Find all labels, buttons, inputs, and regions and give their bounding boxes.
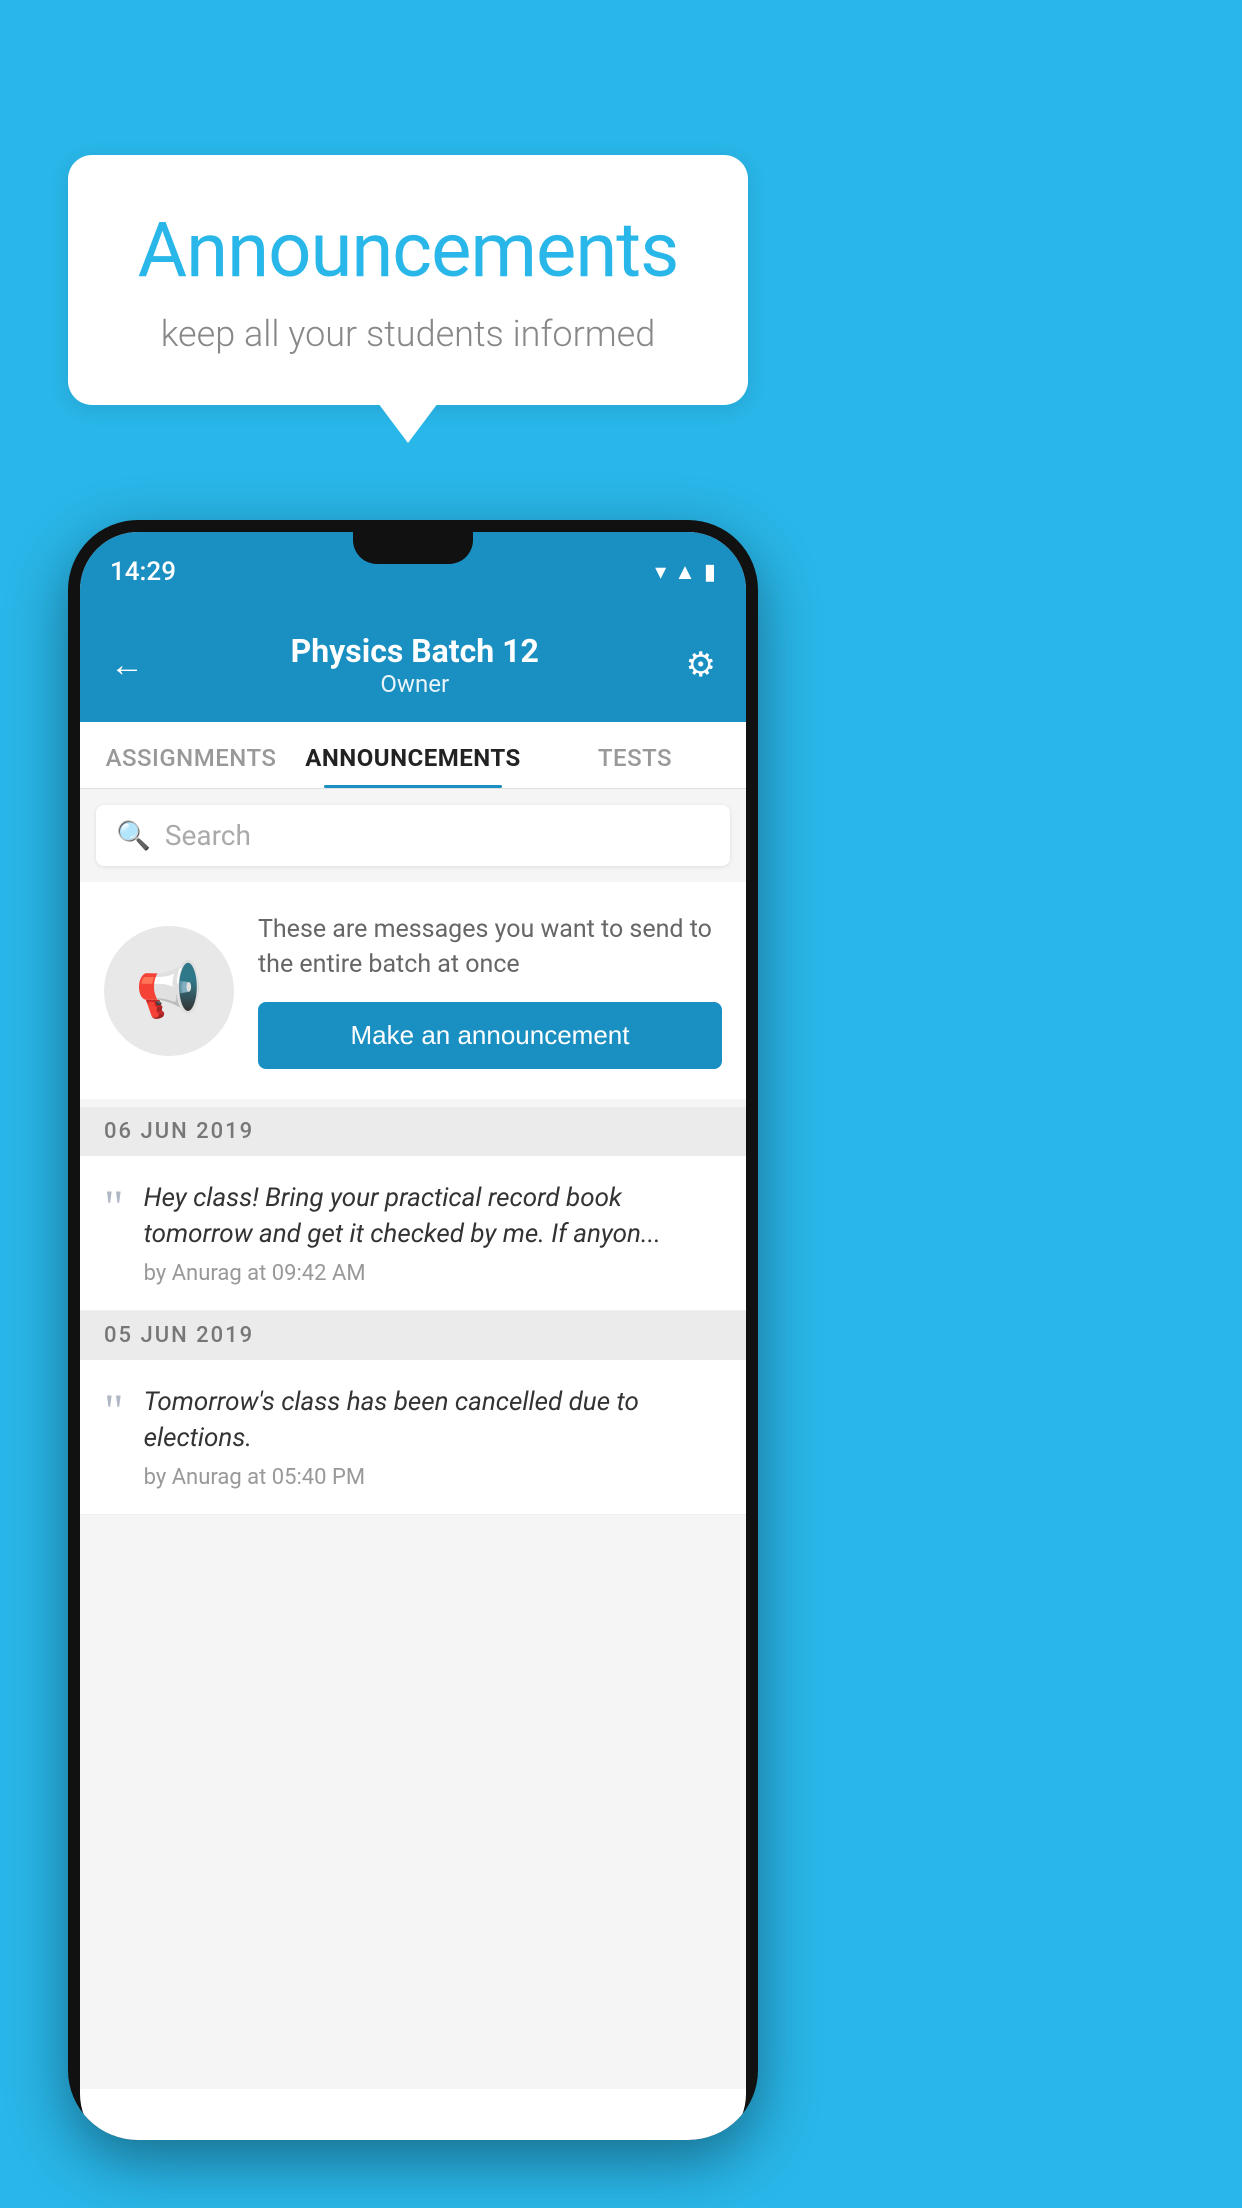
announcement-item-1[interactable]: " Hey class! Bring your practical record… xyxy=(80,1156,746,1311)
search-placeholder: Search xyxy=(165,819,251,852)
date-divider-2: 05 JUN 2019 xyxy=(80,1311,746,1360)
tab-tests[interactable]: TESTS xyxy=(524,722,746,788)
tab-announcements[interactable]: ANNOUNCEMENTS xyxy=(302,722,524,788)
bubble-title: Announcements xyxy=(128,205,688,295)
back-button[interactable]: ← xyxy=(110,645,144,685)
make-announcement-button[interactable]: Make an announcement xyxy=(258,1002,722,1069)
search-icon: 🔍 xyxy=(116,819,151,852)
tabs-bar: ASSIGNMENTS ANNOUNCEMENTS TESTS xyxy=(80,722,746,789)
quote-icon-1: " xyxy=(104,1184,124,1232)
intro-text: These are messages you want to send to t… xyxy=(258,912,722,982)
date-divider-1: 06 JUN 2019 xyxy=(80,1107,746,1156)
notch xyxy=(353,532,473,564)
status-time: 14:29 xyxy=(110,557,176,587)
announcement-intro-right: These are messages you want to send to t… xyxy=(258,912,722,1069)
phone-screen: 14:29 ▾ ▲ ▮ ← Physics Batch 12 Owner ⚙ A… xyxy=(80,532,746,2140)
battery-icon: ▮ xyxy=(704,560,716,585)
status-icons: ▾ ▲ ▮ xyxy=(655,559,716,585)
announcement-intro: 📢 These are messages you want to send to… xyxy=(80,882,746,1099)
announcement-text-2: Tomorrow's class has been cancelled due … xyxy=(144,1384,722,1457)
status-bar: 14:29 ▾ ▲ ▮ xyxy=(80,532,746,612)
megaphone-icon: 📢 xyxy=(135,959,202,1022)
header-center: Physics Batch 12 Owner xyxy=(291,632,539,698)
header-subtitle: Owner xyxy=(291,670,539,698)
announcement-meta-2: by Anurag at 05:40 PM xyxy=(144,1465,722,1490)
announcement-text-wrap-2: Tomorrow's class has been cancelled due … xyxy=(144,1384,722,1490)
phone-frame: 14:29 ▾ ▲ ▮ ← Physics Batch 12 Owner ⚙ A… xyxy=(68,520,758,2140)
speech-bubble-container: Announcements keep all your students inf… xyxy=(68,155,748,405)
quote-icon-2: " xyxy=(104,1388,124,1436)
tab-assignments[interactable]: ASSIGNMENTS xyxy=(80,722,302,788)
announcement-icon-circle: 📢 xyxy=(104,926,234,1056)
announcement-item-2[interactable]: " Tomorrow's class has been cancelled du… xyxy=(80,1360,746,1515)
speech-bubble: Announcements keep all your students inf… xyxy=(68,155,748,405)
announcement-text-wrap-1: Hey class! Bring your practical record b… xyxy=(144,1180,722,1286)
gear-icon[interactable]: ⚙ xyxy=(686,645,716,685)
search-bar[interactable]: 🔍 Search xyxy=(96,805,730,866)
content-area: 🔍 Search 📢 These are messages you want t… xyxy=(80,789,746,2089)
signal-icon: ▲ xyxy=(674,559,696,585)
wifi-icon: ▾ xyxy=(655,560,666,585)
bubble-subtitle: keep all your students informed xyxy=(128,313,688,355)
announcement-text-1: Hey class! Bring your practical record b… xyxy=(144,1180,722,1253)
app-header: ← Physics Batch 12 Owner ⚙ xyxy=(80,612,746,722)
header-title: Physics Batch 12 xyxy=(291,632,539,670)
announcement-meta-1: by Anurag at 09:42 AM xyxy=(144,1261,722,1286)
